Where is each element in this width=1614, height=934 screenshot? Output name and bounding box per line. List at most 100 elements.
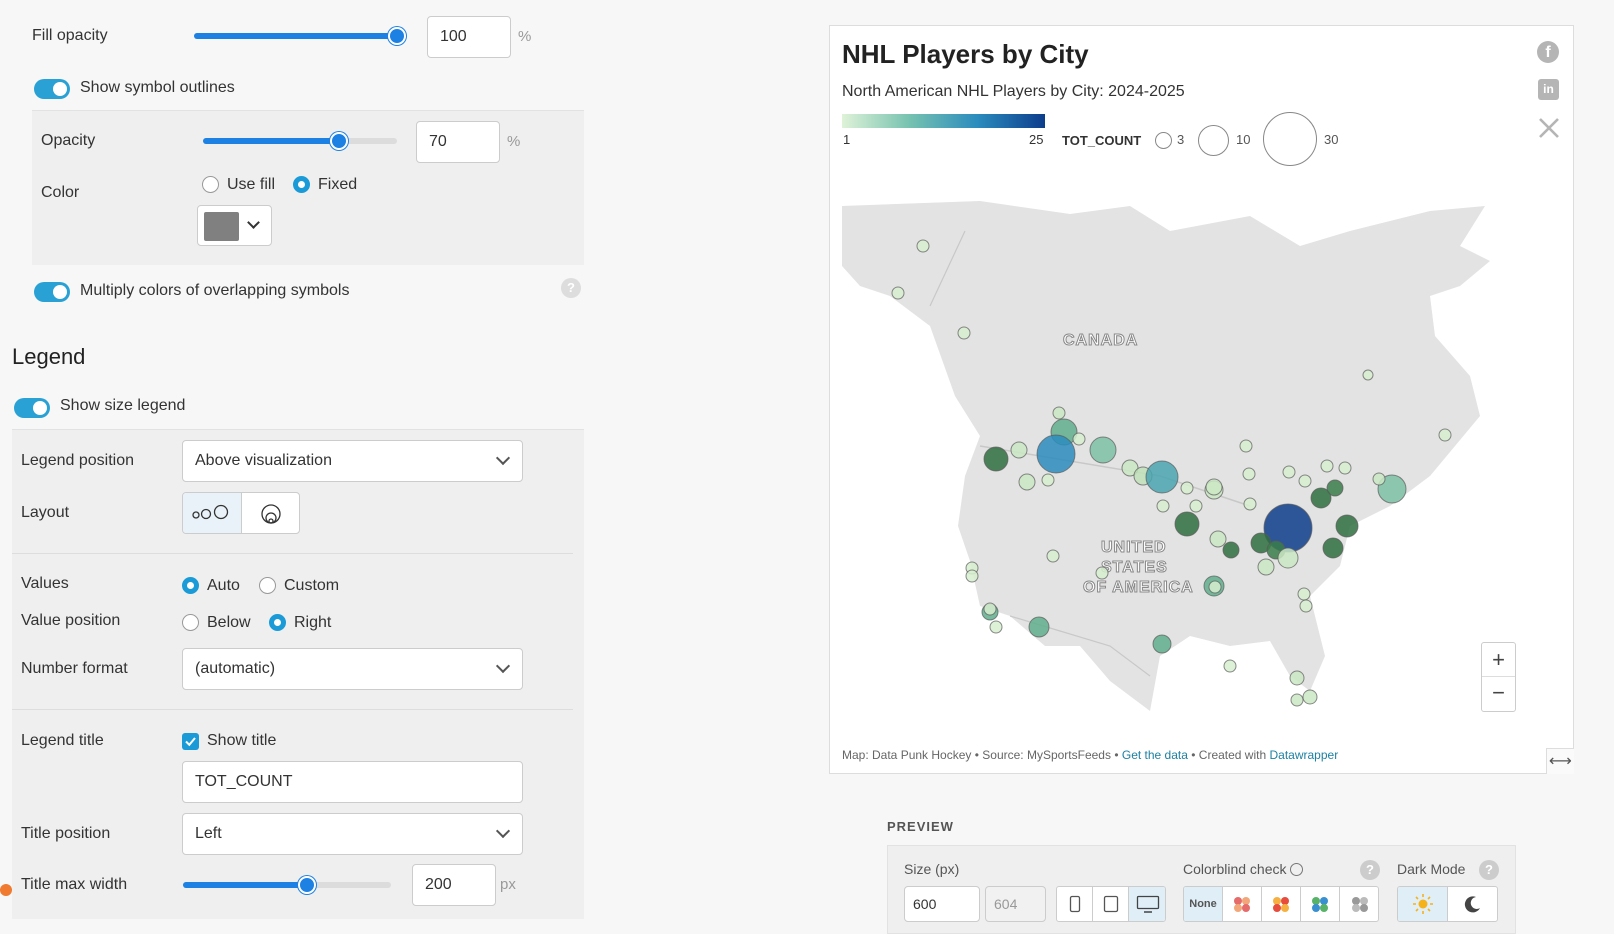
color-legend-min: 1 <box>843 132 851 147</box>
outline-opacity-input[interactable]: 70 <box>416 121 500 163</box>
fill-opacity-input[interactable]: 100 <box>427 16 511 58</box>
desktop-device-button[interactable] <box>1129 887 1165 921</box>
tablet-icon <box>1103 895 1118 913</box>
preview-height-input: 604 <box>985 886 1046 922</box>
fill-opacity-slider-handle[interactable] <box>388 27 406 45</box>
fill-opacity-unit: % <box>518 28 532 45</box>
show-title-checkbox[interactable] <box>182 733 199 750</box>
mobile-device-button[interactable] <box>1057 887 1093 921</box>
values-auto-radio[interactable] <box>182 577 199 594</box>
show-title-label: Show title <box>207 732 277 749</box>
tritanopia-button[interactable] <box>1301 887 1340 921</box>
zoom-out-button[interactable]: − <box>1482 677 1515 711</box>
fill-opacity-label: Fill opacity <box>32 27 108 44</box>
legend-title-input[interactable]: TOT_COUNT <box>182 761 523 803</box>
fixed-label: Fixed <box>318 176 358 193</box>
value-position-below-radio[interactable] <box>182 614 199 631</box>
title-max-width-slider[interactable] <box>183 876 391 894</box>
color-swatch <box>204 212 239 241</box>
phone-icon <box>1069 895 1080 913</box>
palette-dots-icon <box>1312 897 1328 912</box>
divider <box>12 553 573 554</box>
size-legend-value-medium: 10 <box>1236 132 1251 147</box>
multiply-colors-toggle[interactable] <box>34 282 70 302</box>
value-position-right-radio[interactable] <box>269 614 286 631</box>
fill-opacity-slider[interactable] <box>194 27 406 45</box>
preview-heading: PREVIEW <box>887 819 954 834</box>
preview-width-input[interactable]: 600 <box>904 886 980 922</box>
light-mode-button[interactable] <box>1398 887 1448 921</box>
title-position-value: Left <box>195 825 222 842</box>
info-icon <box>1290 863 1304 876</box>
zoom-control: + − <box>1481 642 1516 712</box>
facebook-icon[interactable]: f <box>1537 41 1559 63</box>
footer-source: Map: Data Punk Hockey • Source: MySports… <box>842 748 1122 762</box>
dark-mode-button[interactable] <box>1448 887 1497 921</box>
values-auto-label: Auto <box>207 577 240 594</box>
zoom-in-button[interactable]: + <box>1482 643 1515 677</box>
show-size-legend-toggle[interactable] <box>14 398 50 418</box>
legend-position-label: Legend position <box>21 452 134 469</box>
achromatopsia-button[interactable] <box>1340 887 1378 921</box>
x-twitter-icon[interactable] <box>1538 117 1560 139</box>
region-label-usa-2: STATES <box>1101 559 1168 577</box>
divider <box>12 709 573 710</box>
chart-subtitle: North American NHL Players by City: 2024… <box>842 83 1185 100</box>
size-legend-circle-small <box>1155 132 1172 149</box>
datawrapper-link[interactable]: Datawrapper <box>1269 748 1338 762</box>
legend-position-value: Above visualization <box>195 452 332 469</box>
map-footer: Map: Data Punk Hockey • Source: MySports… <box>842 748 1338 762</box>
layout-nested-button[interactable] <box>242 493 299 533</box>
protanopia-button[interactable] <box>1223 887 1262 921</box>
palette-dots-icon <box>1234 897 1250 912</box>
size-legend-circle-large <box>1263 112 1317 166</box>
resize-handle-icon[interactable]: ⟷ <box>1546 748 1574 774</box>
number-format-label: Number format <box>21 660 128 677</box>
map-preview-card: NHL Players by City North American NHL P… <box>829 25 1574 774</box>
title-position-select[interactable]: Left <box>182 813 523 855</box>
layout-horizontal-button[interactable] <box>183 493 242 533</box>
nested-circles-icon <box>261 504 281 524</box>
assistant-bubble-icon[interactable] <box>0 884 12 896</box>
values-custom-radio[interactable] <box>259 577 276 594</box>
legend-heading: Legend <box>12 344 86 369</box>
outline-opacity-slider-fill <box>203 138 339 144</box>
multiply-help-icon[interactable]: ? <box>561 278 581 298</box>
outline-opacity-unit: % <box>507 133 521 150</box>
dark-mode-help-icon[interactable]: ? <box>1479 860 1499 880</box>
outline-opacity-slider-handle[interactable] <box>330 132 348 150</box>
color-legend-gradient <box>842 114 1045 128</box>
dark-mode-label: Dark Mode <box>1397 861 1466 877</box>
linkedin-icon[interactable]: in <box>1538 79 1559 100</box>
palette-dots-icon <box>1351 897 1368 912</box>
tablet-device-button[interactable] <box>1093 887 1129 921</box>
colorblind-none-button[interactable]: None <box>1184 887 1223 921</box>
colorblind-help-icon[interactable]: ? <box>1360 860 1380 880</box>
use-fill-radio[interactable] <box>202 176 219 193</box>
outline-opacity-slider[interactable] <box>203 132 397 150</box>
chevron-down-icon <box>495 450 511 466</box>
sun-icon <box>1412 894 1433 914</box>
device-toggle-group <box>1056 886 1166 922</box>
outline-color-label: Color <box>41 184 80 201</box>
show-outlines-toggle[interactable] <box>34 79 70 99</box>
get-data-link[interactable]: Get the data <box>1122 748 1188 762</box>
region-label-usa-1: UNITED <box>1101 539 1167 557</box>
title-max-width-input[interactable]: 200 <box>412 864 496 906</box>
title-position-label: Title position <box>21 825 111 842</box>
legend-title-label: Legend title <box>21 732 104 749</box>
size-legend-circle-medium <box>1198 125 1229 156</box>
size-legend-value-large: 30 <box>1324 132 1339 147</box>
legend-position-select[interactable]: Above visualization <box>182 440 523 482</box>
chart-title: NHL Players by City <box>842 39 1089 69</box>
colorblind-toggle-group: None <box>1183 886 1379 922</box>
deuteranopia-button[interactable] <box>1262 887 1301 921</box>
title-max-width-label: Title max width <box>21 876 128 893</box>
region-label-usa-3: OF AMERICA <box>1083 579 1194 597</box>
number-format-select[interactable]: (automatic) <box>182 648 523 690</box>
fixed-radio[interactable] <box>293 176 310 193</box>
outline-color-picker[interactable] <box>197 205 272 246</box>
title-max-width-slider-handle[interactable] <box>298 876 316 894</box>
size-legend-title: TOT_COUNT <box>1062 133 1142 148</box>
map-canvas[interactable] <box>830 176 1575 736</box>
